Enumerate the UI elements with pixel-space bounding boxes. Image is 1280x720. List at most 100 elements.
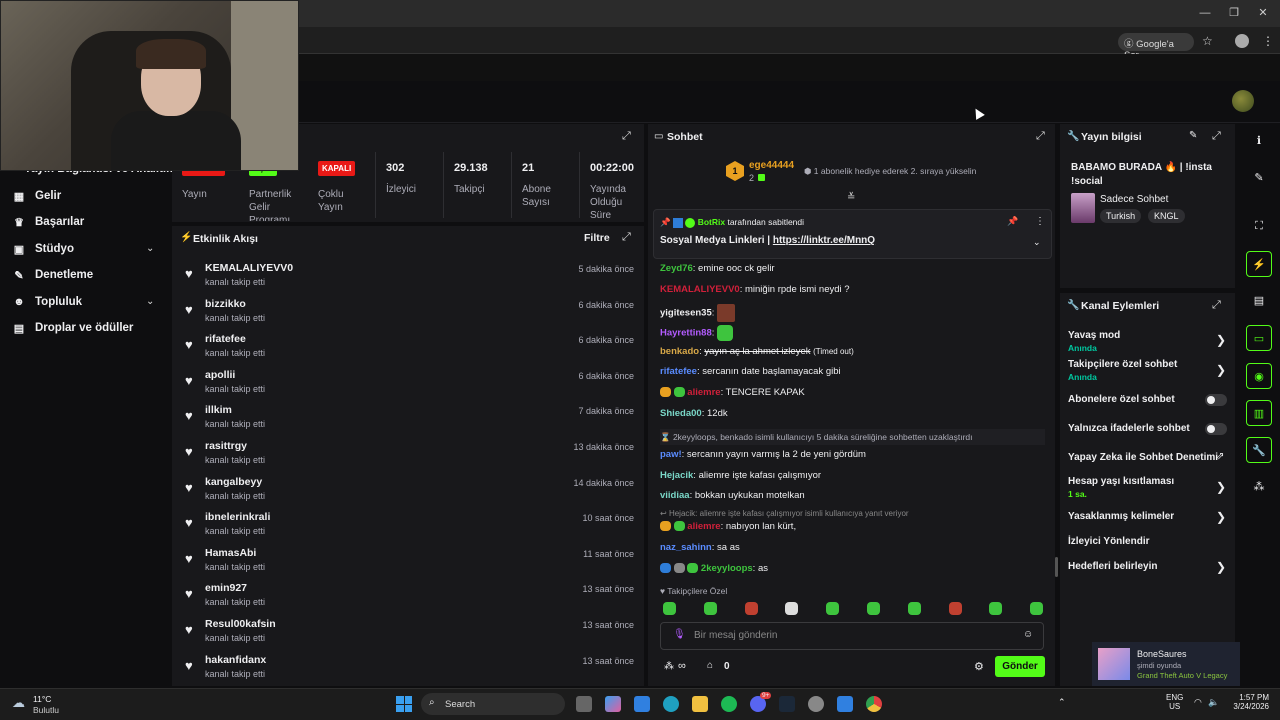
event-username[interactable]: apollii [205,369,235,381]
star-icon[interactable]: ☆ [1202,34,1213,48]
weather-temp[interactable]: 11°C [33,694,51,704]
emote-only-toggle[interactable] [1205,423,1227,435]
layout-icon[interactable]: ▥ [1246,400,1272,426]
sidebar-item-achievements[interactable]: ♛ Başarılar [12,212,84,232]
chat-message[interactable]: yigitesen35: [660,304,736,322]
edit-icon[interactable]: ✎ [1189,130,1197,141]
app-icon[interactable] [808,696,824,712]
chat-username[interactable]: Hayrettin88 [660,328,712,339]
pin-link[interactable]: https://linktr.ee/MnnQ [773,235,875,246]
chat-message[interactable]: viidiaa: bokkan uykukan motelkan [660,490,805,501]
restore-icon[interactable]: ❐ [1227,6,1241,20]
tray-chevron-icon[interactable]: ⌃ [1058,697,1066,708]
chat-message[interactable]: benkado: yayın aç la ahmet izleyek (Time… [660,346,854,357]
chat-message[interactable]: aliemre: TENCERE KAPAK [660,387,805,398]
event-username[interactable]: Resul00kafsin [205,618,276,630]
edge-icon[interactable] [663,696,679,712]
chat-username[interactable]: Shieda00 [660,408,702,419]
emoji-icon[interactable]: ☺ [1023,629,1033,640]
info-icon[interactable]: ℹ [1246,128,1272,154]
clipboard-icon[interactable]: ▤ [1246,288,1272,314]
chat-icon[interactable]: ▭ [1246,325,1272,351]
chat-username[interactable]: benkado [660,346,699,357]
tag-kngl[interactable]: KNGL [1148,209,1185,223]
chevron-right-icon[interactable]: ❯ [1216,560,1226,574]
activity-event-row[interactable]: ♥ illkim kanalı takip etti 7 dakika önce [183,401,638,435]
sidebar-item-studio[interactable]: ▣ Stüdyo [12,239,74,259]
file-explorer-icon[interactable] [692,696,708,712]
category-thumbnail[interactable] [1071,193,1095,223]
community-icon[interactable]: ⁂ [1246,474,1272,500]
popout-icon[interactable]: ⤢ [1212,130,1221,143]
points-icon[interactable]: ⁂ [664,661,674,672]
popout-icon[interactable]: ⤢ [1036,130,1045,143]
chat-username[interactable]: Hejacik [660,470,693,481]
chat-message[interactable]: aliemre: nabıyon lan kürt, [660,521,796,532]
more-icon[interactable]: ⋮ [1035,216,1045,227]
expand-icon[interactable]: ≚ [847,192,855,203]
app-icon[interactable] [634,696,650,712]
ai-moderation-label[interactable]: Yapay Zeka ile Sohbet Denetimi [1068,452,1218,463]
chat-username[interactable]: KEMALALIYEVV0 [660,284,740,295]
followers-only-chat-label[interactable]: Takipçilere özel sohbet [1068,359,1177,370]
tag-turkish[interactable]: Turkish [1100,209,1142,223]
chevron-right-icon[interactable]: ❯ [1216,510,1226,524]
clock[interactable]: 1:57 PM 3/24/2026 [1225,693,1269,711]
send-button[interactable]: Gönder [995,656,1045,677]
menu-icon[interactable]: ⋮ [1262,34,1274,48]
popout-icon[interactable]: ⤢ [622,130,631,143]
chat-username[interactable]: 2keyyloops [701,563,753,574]
minimize-icon[interactable]: — [1198,6,1212,20]
event-username[interactable]: ibnelerinkrali [205,511,270,523]
lightning-icon[interactable]: ⚡ [1246,251,1272,277]
chat-username[interactable]: rifatefee [660,366,697,377]
popout-icon[interactable]: ⤢ [1212,299,1221,312]
chat-message[interactable]: naz_sahinn: sa as [660,542,740,553]
steam-icon[interactable] [779,696,795,712]
quick-emote[interactable] [989,602,1003,615]
chat-message[interactable]: paw!: sercanın yayın varmış la 2 de yeni… [660,449,866,460]
event-username[interactable]: bizzikko [205,298,246,310]
chat-message[interactable]: 2keyyloops: as [660,563,768,574]
close-icon[interactable]: ✕ [1256,6,1270,20]
event-username[interactable]: illkim [205,404,232,416]
screenshot-icon[interactable]: ⛶ [1246,213,1272,239]
language-indicator[interactable]: ENG US [1166,693,1183,711]
copilot-icon[interactable] [605,696,621,712]
external-link-icon[interactable]: ⇗ [1216,451,1224,462]
avatar[interactable] [1232,90,1254,112]
event-username[interactable]: rasittrgy [205,440,247,452]
quick-emote[interactable] [867,602,880,615]
event-username[interactable]: KEMALALIYEVV0 [205,262,293,274]
chat-username[interactable]: naz_sahinn [660,542,712,553]
settings-gear-icon[interactable]: ⚙ [974,660,984,673]
account-age-label[interactable]: Hesap yaşı kısıtlaması [1068,476,1174,487]
chat-username[interactable]: viidiaa [660,490,690,501]
quick-emote[interactable] [785,602,799,615]
chat-username[interactable]: aliemre [687,521,720,532]
sidebar-item-community[interactable]: ☻ Topluluk [12,292,82,312]
top-gifter-name[interactable]: ege44444 [749,160,794,171]
chevron-right-icon[interactable]: ❯ [1216,480,1226,494]
chat-username[interactable]: yigitesen35 [660,308,712,319]
unpin-icon[interactable]: 📌 [1007,216,1018,227]
event-username[interactable]: kangalbeyy [205,476,262,488]
sidebar-item-moderation[interactable]: ✎ Denetleme [12,265,93,285]
quick-emote[interactable] [907,602,921,615]
windows-start-icon[interactable] [396,696,412,712]
task-view-icon[interactable] [576,696,592,712]
chat-message[interactable]: Hejacik: aliemre işte kafası çalışmıyor [660,470,821,481]
quick-emote[interactable] [744,602,758,615]
event-username[interactable]: HamasAbi [205,547,256,559]
activity-event-row[interactable]: ♥ bizzikko kanalı takip etti 6 dakika önce [183,295,638,329]
event-username[interactable]: hakanfidanx [205,654,266,666]
chevron-right-icon[interactable]: ❯ [1216,363,1226,377]
event-username[interactable]: emin927 [205,582,247,594]
subscribers-only-toggle[interactable] [1205,394,1227,406]
chat-message[interactable]: Shieda00: 12dk [660,408,728,419]
chat-message[interactable]: Hayrettin88: [660,325,734,341]
app-icon[interactable] [837,696,853,712]
chat-username[interactable]: paw! [660,449,682,460]
activity-event-row[interactable]: ♥ emin927 kanalı takip etti 13 saat önce [183,579,638,613]
activity-event-row[interactable]: ♥ hakanfidanx kanalı takip etti 13 saat önc… [183,651,638,685]
